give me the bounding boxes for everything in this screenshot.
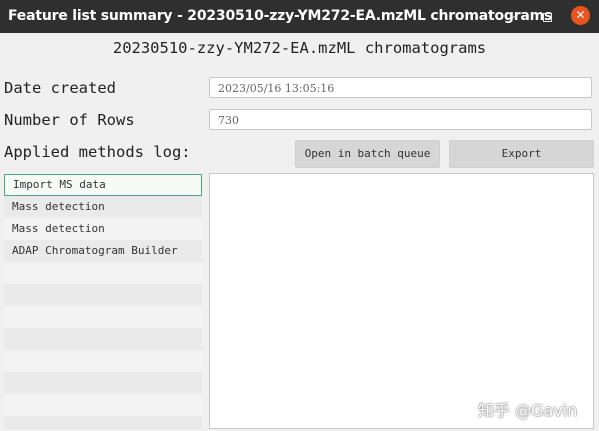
minimize-icon: – — [510, 9, 518, 25]
method-details-panel[interactable] — [209, 173, 594, 429]
watermark-text: 知乎 @Gavin — [478, 401, 578, 420]
empty-list-row — [4, 394, 202, 416]
export-button[interactable]: Export — [449, 140, 594, 168]
date-created-label: Date created — [4, 79, 116, 97]
maximize-icon — [542, 13, 552, 22]
title-bar: Feature list summary - 20230510-zzy-YM27… — [0, 0, 599, 33]
empty-list-row — [4, 262, 202, 284]
methods-list: Import MS data Mass detection Mass detec… — [4, 174, 202, 429]
empty-list-row — [4, 306, 202, 328]
list-item[interactable]: Import MS data — [4, 174, 202, 196]
applied-methods-label: Applied methods log: — [4, 143, 191, 161]
empty-list-row — [4, 328, 202, 350]
list-item[interactable]: Mass detection — [4, 218, 202, 240]
window-title: Feature list summary - 20230510-zzy-YM27… — [8, 8, 553, 24]
minimize-button[interactable]: – — [504, 7, 524, 27]
open-in-batch-queue-button[interactable]: Open in batch queue — [295, 140, 440, 168]
maximize-button[interactable] — [537, 7, 557, 27]
close-button[interactable]: ✕ — [571, 6, 590, 25]
list-item[interactable]: ADAP Chromatogram Builder — [4, 240, 202, 262]
empty-list-row — [4, 416, 202, 429]
number-of-rows-field[interactable]: 730 — [209, 109, 592, 130]
date-created-field[interactable]: 2023/05/16 13:05:16 — [209, 77, 592, 98]
close-icon: ✕ — [575, 8, 586, 22]
number-of-rows-label: Number of Rows — [4, 111, 135, 129]
empty-list-row — [4, 372, 202, 394]
dialog-content: 20230510-zzy-YM272-EA.mzML chromatograms… — [0, 33, 599, 431]
empty-list-row — [4, 350, 202, 372]
empty-list-row — [4, 284, 202, 306]
list-item[interactable]: Mass detection — [4, 196, 202, 218]
feature-list-heading: 20230510-zzy-YM272-EA.mzML chromatograms — [112, 39, 487, 57]
